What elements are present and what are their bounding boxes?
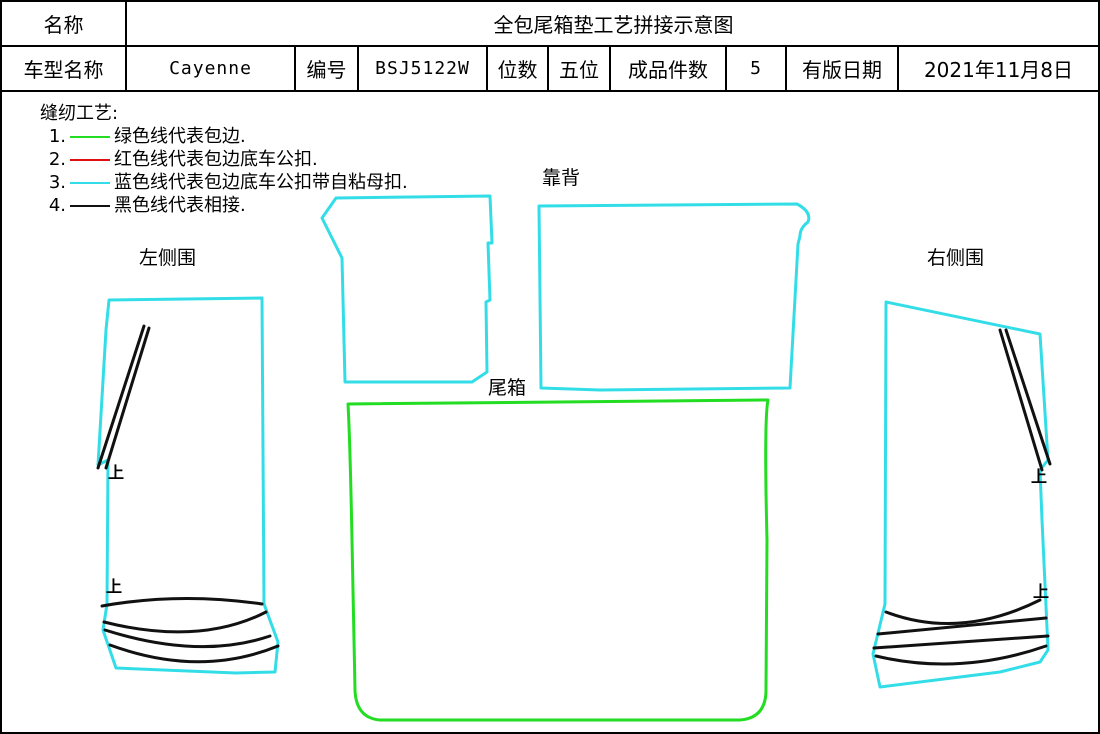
pattern-drawing	[96, 194, 1052, 722]
backrest-piece	[537, 202, 811, 392]
left-side-piece	[96, 296, 280, 675]
headrest-piece	[320, 194, 494, 384]
right-side-piece	[871, 300, 1050, 689]
right-bottom-seam-4	[874, 644, 1048, 666]
up-mark-left-bottom: 上	[106, 577, 123, 596]
up-mark-left-top: 上	[108, 463, 125, 482]
left-bottom-seam-2	[102, 610, 268, 634]
trunk-piece	[346, 398, 770, 722]
up-mark-right-top: 上	[1031, 467, 1048, 486]
right-seam-1	[998, 328, 1044, 472]
right-bottom-seam-2	[876, 616, 1048, 636]
left-seam-2	[104, 326, 151, 470]
right-bottom-seam-3	[872, 634, 1050, 650]
left-bottom-seam-1	[100, 596, 264, 608]
up-mark-right-bottom: 上	[1033, 582, 1050, 601]
